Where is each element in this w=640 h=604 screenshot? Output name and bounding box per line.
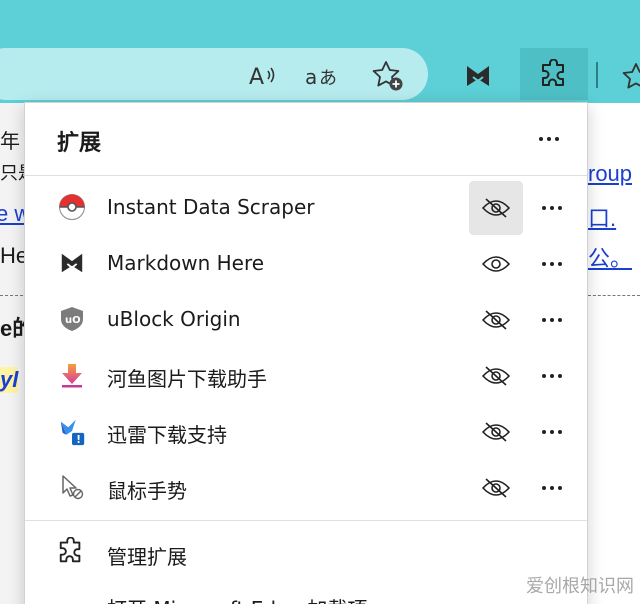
hide-from-toolbar-button[interactable] xyxy=(469,349,523,403)
panel-divider xyxy=(25,520,587,521)
manage-extensions-item[interactable]: 管理扩展 xyxy=(25,525,587,581)
hide-from-toolbar-button[interactable] xyxy=(469,181,523,235)
read-aloud-icon[interactable]: A xyxy=(242,56,282,96)
extension-row-thunder[interactable]: ! 迅雷下载支持 xyxy=(25,403,587,459)
markdown-here-icon[interactable] xyxy=(458,56,498,96)
extension-name: Markdown Here xyxy=(107,251,265,275)
svg-text:uO: uO xyxy=(65,315,81,326)
extension-row-instant-data-scraper[interactable]: Instant Data Scraper xyxy=(25,179,587,235)
toolbar-separator xyxy=(596,62,598,88)
pokeball-icon xyxy=(57,192,87,222)
puzzle-icon xyxy=(534,54,574,94)
background-text: 年 xyxy=(0,131,20,153)
svg-text:!: ! xyxy=(76,434,81,446)
eye-off-icon xyxy=(481,366,511,386)
svg-text:あ: あ xyxy=(319,68,337,89)
panel-more-options-icon[interactable] xyxy=(533,125,565,153)
background-highlight: yl xyxy=(0,367,19,393)
ublock-shield-icon: uO xyxy=(57,304,87,334)
extensions-button[interactable] xyxy=(520,48,588,100)
extension-more-options-icon[interactable] xyxy=(533,417,571,447)
extension-more-options-icon[interactable] xyxy=(533,361,571,391)
puzzle-icon xyxy=(57,536,85,570)
thunder-bird-icon: ! xyxy=(57,416,87,446)
hide-from-toolbar-button[interactable] xyxy=(469,405,523,459)
extension-more-options-icon[interactable] xyxy=(533,249,571,279)
open-edge-addons-link[interactable]: 打开 Microsoft Edge 加载项 xyxy=(107,593,367,604)
hide-from-toolbar-button[interactable] xyxy=(469,461,523,515)
add-favorite-icon[interactable] xyxy=(368,56,408,96)
markdown-here-icon xyxy=(57,248,87,278)
watermark-text: 爱创根知识网 xyxy=(526,576,634,597)
eye-off-icon xyxy=(481,478,511,498)
extension-name: uBlock Origin xyxy=(107,307,241,331)
show-in-toolbar-button[interactable] xyxy=(469,237,523,291)
extension-more-options-icon[interactable] xyxy=(533,193,571,223)
browser-toolbar: A aあ xyxy=(0,0,640,103)
extension-row-ublock-origin[interactable]: uO uBlock Origin xyxy=(25,291,587,347)
background-link[interactable]: roup xyxy=(588,161,632,187)
extension-more-options-icon[interactable] xyxy=(533,305,571,335)
panel-divider xyxy=(25,175,587,176)
extension-name: 鼠标手势 xyxy=(107,479,187,503)
eye-off-icon xyxy=(481,422,511,442)
translate-icon[interactable]: aあ xyxy=(302,56,342,96)
hide-from-toolbar-button[interactable] xyxy=(469,293,523,347)
panel-title: 扩展 xyxy=(57,131,102,156)
svg-text:a: a xyxy=(305,65,317,89)
background-link[interactable]: 公。 xyxy=(588,241,632,273)
extensions-panel: 扩展 Instant Data Scraper Markdown Here uO… xyxy=(24,102,588,604)
extension-name: 河鱼图片下载助手 xyxy=(107,367,267,391)
extension-more-options-icon[interactable] xyxy=(533,473,571,503)
address-bar[interactable] xyxy=(0,48,428,100)
download-arrow-icon xyxy=(57,360,87,390)
eye-off-icon xyxy=(481,310,511,330)
extension-row-mouse-gesture[interactable]: 鼠标手势 xyxy=(25,459,587,515)
background-page-right: roup 口. 公。 xyxy=(588,103,640,604)
extension-name: 迅雷下载支持 xyxy=(107,423,227,447)
manage-extensions-label: 管理扩展 xyxy=(107,545,187,569)
eye-off-icon xyxy=(481,198,511,218)
extension-name: Instant Data Scraper xyxy=(107,195,315,219)
extension-row-image-downloader[interactable]: 河鱼图片下载助手 xyxy=(25,347,587,403)
background-link[interactable]: 口. xyxy=(588,201,616,233)
eye-icon xyxy=(481,256,511,272)
mouse-gesture-icon xyxy=(57,472,87,502)
background-divider xyxy=(588,295,640,296)
extension-row-markdown-here[interactable]: Markdown Here xyxy=(25,235,587,291)
star-icon[interactable] xyxy=(616,56,640,96)
svg-text:A: A xyxy=(249,65,264,90)
